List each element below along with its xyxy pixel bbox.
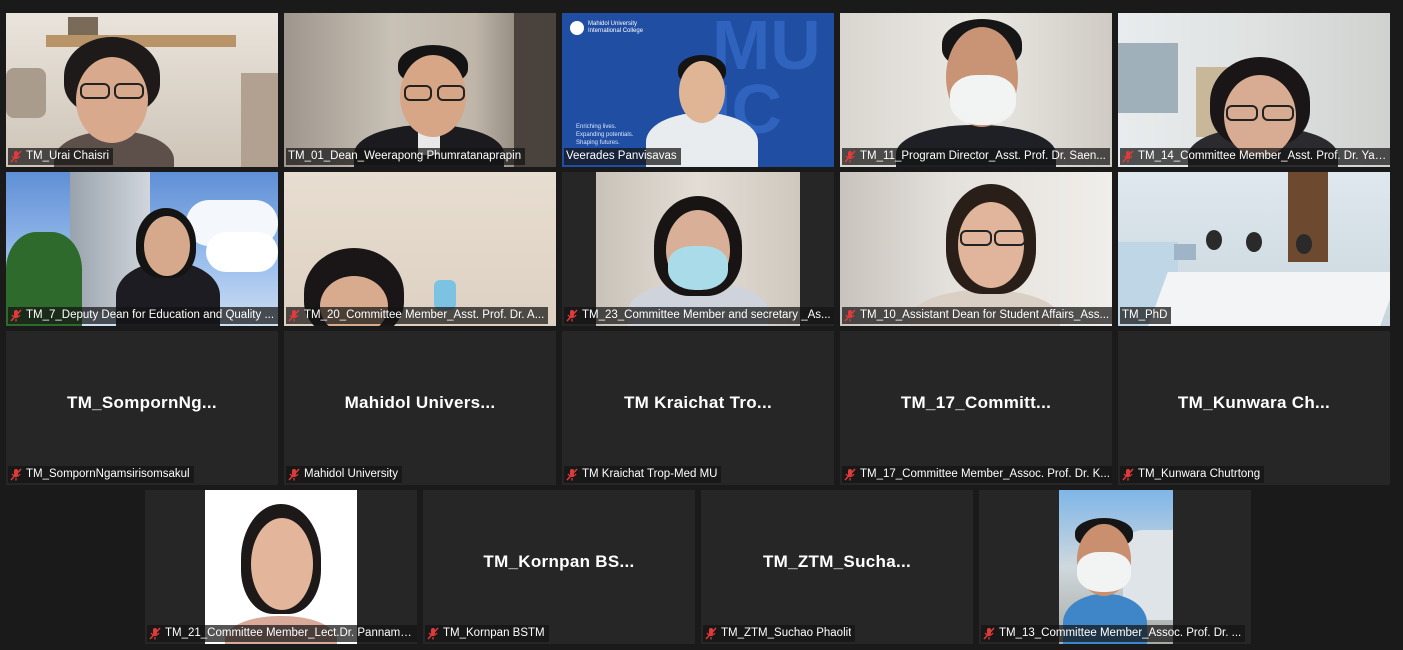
slogan-text: Enriching lives. Expanding potentials. S… bbox=[576, 124, 634, 146]
mic-muted-icon bbox=[566, 468, 578, 481]
participant-name-label: TM_20_Committee Member_Asst. Prof. Dr. A… bbox=[286, 307, 549, 324]
participant-name-label: TM_14_Committee Member_Asst. Prof. Dr. Y… bbox=[1120, 148, 1390, 165]
participant-tile-13[interactable]: TM Kraichat Tro... TM Kraichat Trop-Med … bbox=[562, 331, 834, 485]
participant-tile-18[interactable]: TM_ZTM_Sucha... TM_ZTM_Suchao Phaolit bbox=[701, 490, 973, 644]
participant-display-name: Mahidol Univers... bbox=[344, 393, 496, 412]
participant-video bbox=[284, 172, 556, 326]
participant-video bbox=[6, 172, 278, 326]
participant-tile-16[interactable]: TM_21_Committee Member_Lect.Dr. Pannama.… bbox=[145, 490, 417, 644]
participant-name-label: TM_Urai Chaisri bbox=[8, 148, 114, 165]
participant-video: MU IC Mahidol University International Co… bbox=[562, 13, 834, 167]
mic-muted-icon bbox=[983, 627, 995, 640]
participant-name-label: Mahidol University bbox=[286, 466, 402, 483]
participant-video bbox=[979, 490, 1251, 644]
participant-display-name: TM_Kunwara Ch... bbox=[1177, 393, 1331, 412]
mic-muted-icon bbox=[1122, 468, 1134, 481]
participant-tile-3[interactable]: MU IC Mahidol University International Co… bbox=[562, 13, 834, 167]
participant-name-label: TM_7_Deputy Dean for Education and Quali… bbox=[8, 307, 278, 324]
participant-name-label: TM_PhD bbox=[1120, 307, 1172, 324]
participant-name-label: TM_Kornpan BSTM bbox=[425, 625, 549, 642]
participant-video bbox=[1118, 172, 1390, 326]
participant-tile-19[interactable]: TM_13_Committee Member_Assoc. Prof. Dr. … bbox=[979, 490, 1251, 644]
mic-muted-icon bbox=[566, 309, 578, 322]
mic-muted-icon bbox=[288, 309, 300, 322]
mic-muted-icon bbox=[705, 627, 717, 640]
participant-name-label: TM Kraichat Trop-Med MU bbox=[564, 466, 722, 483]
participant-name-label: TM_SompornNgamsirisomsakul bbox=[8, 466, 194, 483]
participant-name-label: TM_13_Committee Member_Assoc. Prof. Dr. … bbox=[981, 625, 1246, 642]
participant-display-name: TM Kraichat Tro... bbox=[623, 393, 773, 412]
participant-name-label: TM_Kunwara Chutrtong bbox=[1120, 466, 1265, 483]
participant-display-name: TM_SompornNg... bbox=[67, 393, 217, 412]
participant-video bbox=[284, 13, 556, 167]
participant-tile-12[interactable]: Mahidol Univers... Mahidol University bbox=[284, 331, 556, 485]
participant-video bbox=[562, 172, 834, 326]
participant-video bbox=[840, 13, 1112, 167]
participant-name-label: TM_ZTM_Suchao Phaolit bbox=[703, 625, 856, 642]
mic-muted-icon bbox=[10, 468, 22, 481]
mic-muted-icon bbox=[844, 150, 856, 163]
logo-text: Mahidol University International College bbox=[588, 21, 644, 34]
participant-name-label: TM_10_Assistant Dean for Student Affairs… bbox=[842, 307, 1112, 324]
participant-tile-10[interactable]: TM_PhD bbox=[1118, 172, 1390, 326]
participant-tile-14[interactable]: TM_17_Committ... TM_17_Committee Member_… bbox=[840, 331, 1112, 485]
participant-video bbox=[1118, 13, 1390, 167]
participant-tile-5[interactable]: TM_14_Committee Member_Asst. Prof. Dr. Y… bbox=[1118, 13, 1390, 167]
participant-video bbox=[145, 490, 417, 644]
participant-name-label: TM_23_Committee Member and secretary _As… bbox=[564, 307, 834, 324]
mic-muted-icon bbox=[10, 309, 22, 322]
participant-video bbox=[6, 13, 278, 167]
mic-muted-icon bbox=[427, 627, 439, 640]
participant-name-label: Veerades Panvisavas bbox=[564, 148, 681, 165]
participant-display-name: TM_Kornpan BS... bbox=[483, 552, 635, 571]
participant-name-label: TM_01_Dean_Weerapong Phumratanaprapin bbox=[286, 148, 526, 165]
participant-tile-9[interactable]: TM_10_Assistant Dean for Student Affairs… bbox=[840, 172, 1112, 326]
participant-tile-4[interactable]: TM_11_Program Director_Asst. Prof. Dr. S… bbox=[840, 13, 1112, 167]
participant-tile-15[interactable]: TM_Kunwara Ch... TM_Kunwara Chutrtong bbox=[1118, 331, 1390, 485]
participant-name-label: TM_17_Committee Member_Assoc. Prof. Dr. … bbox=[842, 466, 1112, 483]
participant-tile-17[interactable]: TM_Kornpan BS... TM_Kornpan BSTM bbox=[423, 490, 695, 644]
participant-tile-1[interactable]: TM_Urai Chaisri bbox=[6, 13, 278, 167]
mic-muted-icon bbox=[149, 627, 161, 640]
mic-muted-icon bbox=[844, 309, 856, 322]
participant-tile-8[interactable]: TM_23_Committee Member and secretary _As… bbox=[562, 172, 834, 326]
participant-name-label: TM_11_Program Director_Asst. Prof. Dr. S… bbox=[842, 148, 1110, 165]
participant-tile-11[interactable]: TM_SompornNg... TM_SompornNgamsirisomsak… bbox=[6, 331, 278, 485]
participant-tile-7[interactable]: TM_20_Committee Member_Asst. Prof. Dr. A… bbox=[284, 172, 556, 326]
mic-muted-icon bbox=[1122, 150, 1134, 163]
participant-video bbox=[840, 172, 1112, 326]
participant-display-name: TM_17_Committ... bbox=[900, 393, 1052, 412]
participant-tile-6[interactable]: TM_7_Deputy Dean for Education and Quali… bbox=[6, 172, 278, 326]
participant-name-label: TM_21_Committee Member_Lect.Dr. Pannama.… bbox=[147, 625, 417, 642]
participant-tile-2[interactable]: TM_01_Dean_Weerapong Phumratanaprapin bbox=[284, 13, 556, 167]
mic-muted-icon bbox=[844, 468, 856, 481]
mic-muted-icon bbox=[288, 468, 300, 481]
mic-muted-icon bbox=[10, 150, 22, 163]
participant-display-name: TM_ZTM_Sucha... bbox=[762, 552, 912, 571]
